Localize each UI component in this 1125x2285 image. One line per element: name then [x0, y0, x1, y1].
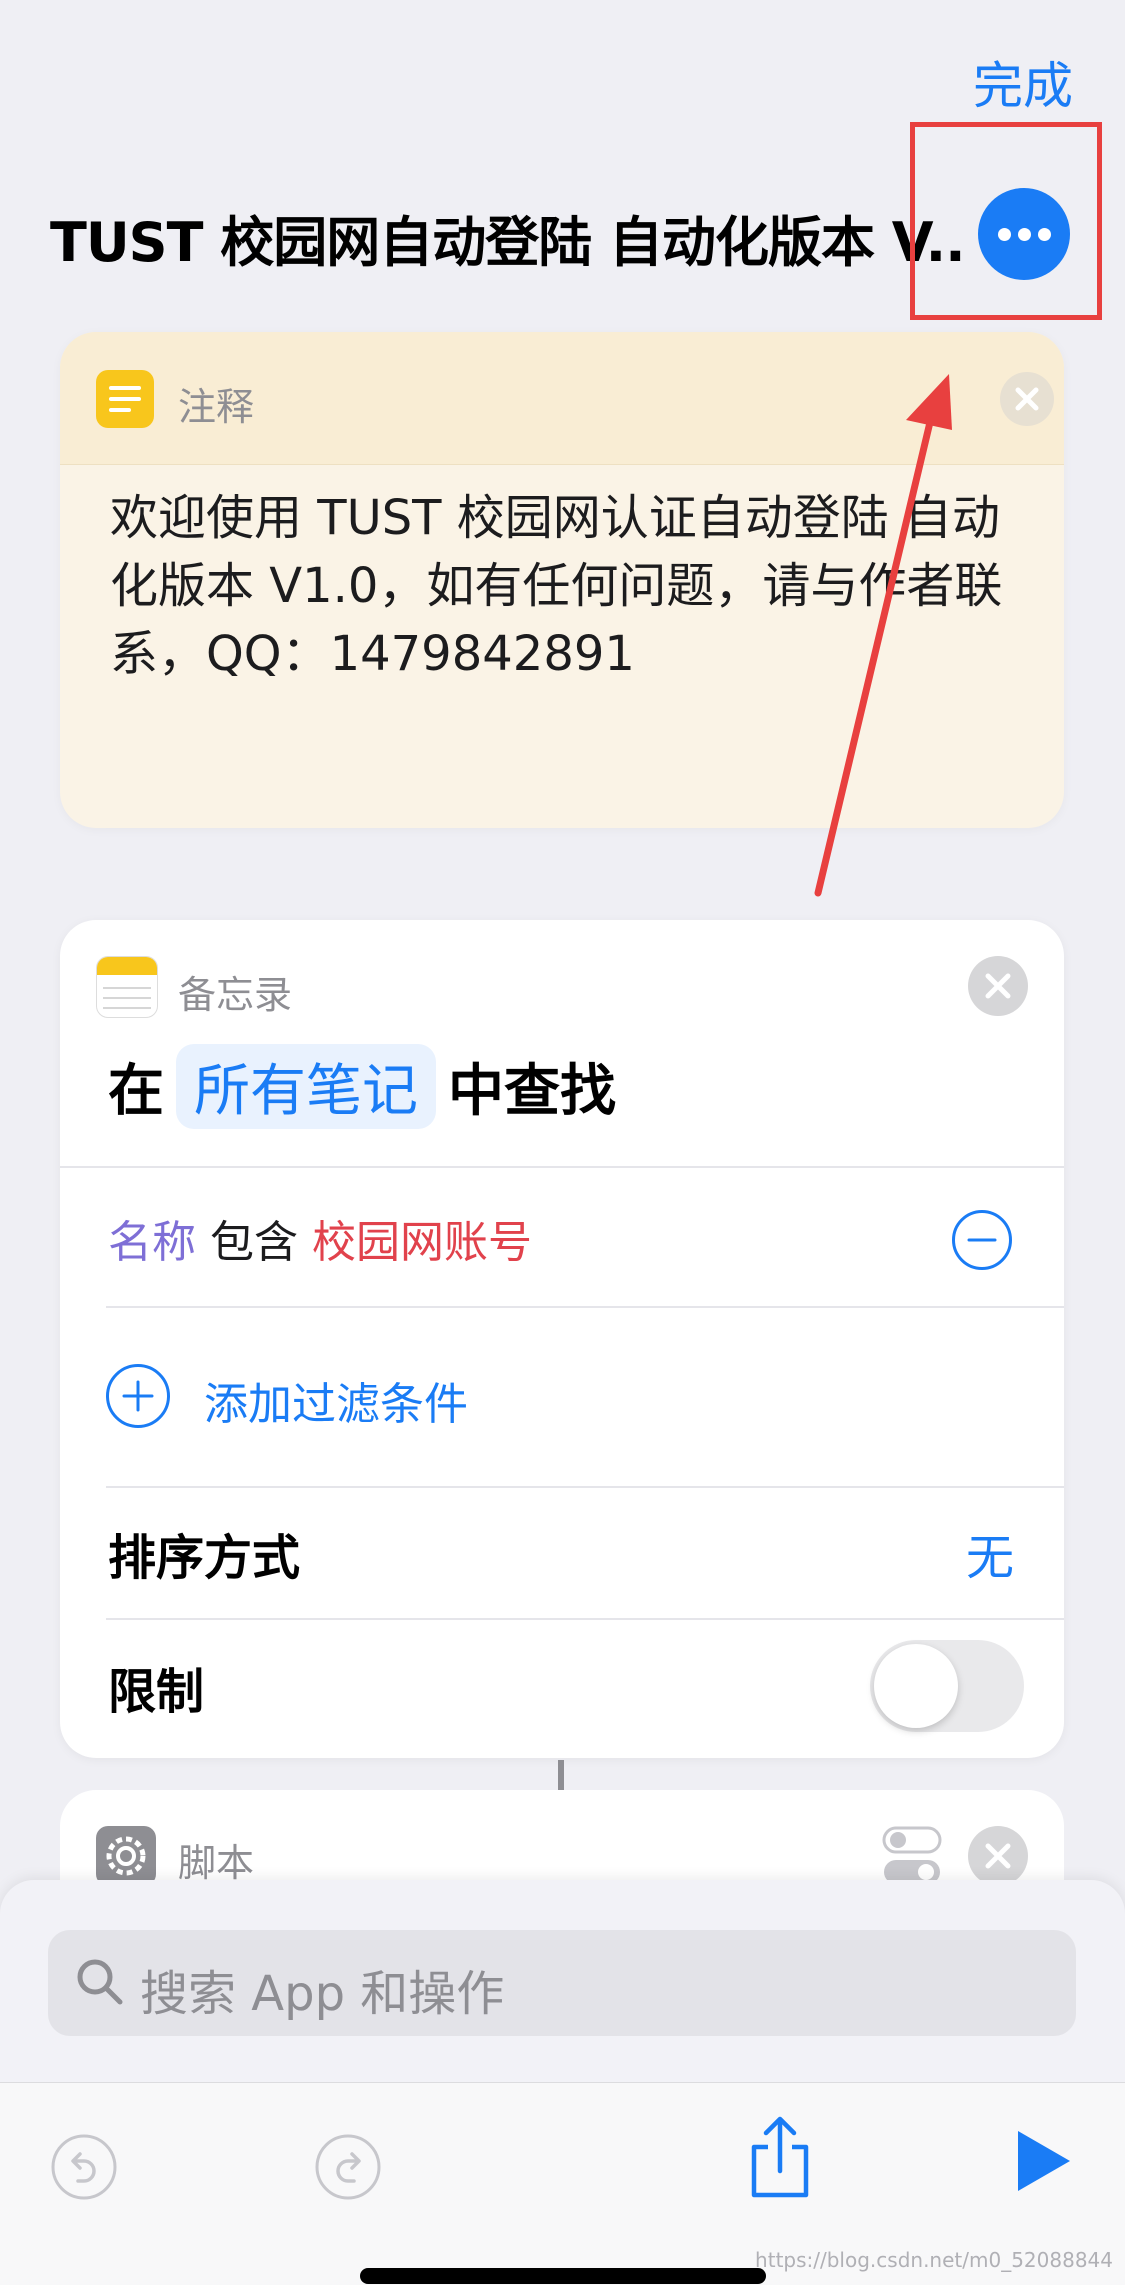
- sort-by-value[interactable]: 无: [966, 1518, 1014, 1588]
- redo-icon: [315, 2134, 381, 2200]
- limit-label: 限制: [108, 1664, 205, 1720]
- sort-by-label: 排序方式: [108, 1530, 301, 1586]
- undo-button[interactable]: [48, 2131, 120, 2203]
- plus-circle-icon: [122, 1380, 154, 1412]
- script-close-button[interactable]: [968, 1826, 1028, 1886]
- comment-card[interactable]: 注释 欢迎使用 TUST 校园网认证自动登陆 自动化版本 V1.0，如有任何问题…: [60, 332, 1064, 828]
- comment-close-button[interactable]: [1000, 372, 1054, 426]
- filter-operator-token[interactable]: 包含: [210, 1217, 298, 1268]
- undo-icon: [51, 2134, 117, 2200]
- redo-button[interactable]: [312, 2131, 384, 2203]
- search-placeholder: 搜索 App 和操作: [140, 1966, 505, 2022]
- find-notes-card[interactable]: 备忘录 在 所有笔记 中查找 名称 包含 校园网账号 添加过滤条件 排序方式 无 限…: [60, 920, 1064, 1758]
- filter-row: 名称 包含 校园网账号: [108, 1206, 532, 1270]
- done-button[interactable]: 完成: [973, 46, 1073, 118]
- run-button[interactable]: [1012, 2125, 1076, 2197]
- comment-text[interactable]: 欢迎使用 TUST 校园网认证自动登陆 自动化版本 V1.0，如有任何问题，请与…: [110, 484, 1022, 688]
- notes-card-label: 备忘录: [178, 973, 293, 1017]
- home-indicator: [360, 2268, 766, 2284]
- close-icon: [985, 1843, 1011, 1869]
- filter-value-token[interactable]: 校园网账号: [312, 1217, 532, 1268]
- shortcut-title[interactable]: TUST 校园网自动登陆 自动化版本 V...: [50, 198, 970, 277]
- highlight-box: [910, 122, 1102, 320]
- remove-filter-button[interactable]: [952, 1210, 1012, 1270]
- watermark: https://blog.csdn.net/m0_52088844: [755, 2248, 1113, 2272]
- notes-close-button[interactable]: [968, 956, 1028, 1016]
- search-input[interactable]: 搜索 App 和操作: [48, 1930, 1076, 2036]
- filter-key-token[interactable]: 名称: [108, 1217, 196, 1268]
- find-sentence: 在 所有笔记 中查找: [108, 1043, 616, 1129]
- play-icon: [1018, 2131, 1070, 2191]
- sentence-suffix: 中查找: [448, 1058, 616, 1124]
- action-connector: [558, 1760, 564, 1794]
- divider: [106, 1618, 1064, 1620]
- search-icon: [77, 1959, 123, 2005]
- limit-toggle[interactable]: [870, 1640, 1024, 1732]
- minus-circle-icon: [967, 1238, 997, 1242]
- sentence-prefix: 在: [108, 1058, 164, 1124]
- toggle-knob: [874, 1644, 958, 1728]
- note-icon: [96, 370, 154, 428]
- divider: [106, 1486, 1064, 1488]
- all-notes-token[interactable]: 所有笔记: [176, 1043, 436, 1129]
- gear-icon: [106, 1836, 146, 1876]
- add-filter-label[interactable]: 添加过滤条件: [204, 1368, 468, 1432]
- divider: [106, 1306, 1064, 1308]
- comment-card-label: 注释: [178, 385, 255, 429]
- share-icon: [751, 2116, 809, 2198]
- script-card-label: 脚本: [178, 1841, 255, 1885]
- close-icon: [1015, 387, 1039, 411]
- script-card-icon: [96, 1826, 156, 1886]
- divider: [60, 1166, 1064, 1168]
- share-button[interactable]: [740, 2113, 820, 2203]
- notes-app-icon: [96, 956, 158, 1018]
- close-icon: [985, 973, 1011, 999]
- add-filter-button[interactable]: [106, 1364, 170, 1428]
